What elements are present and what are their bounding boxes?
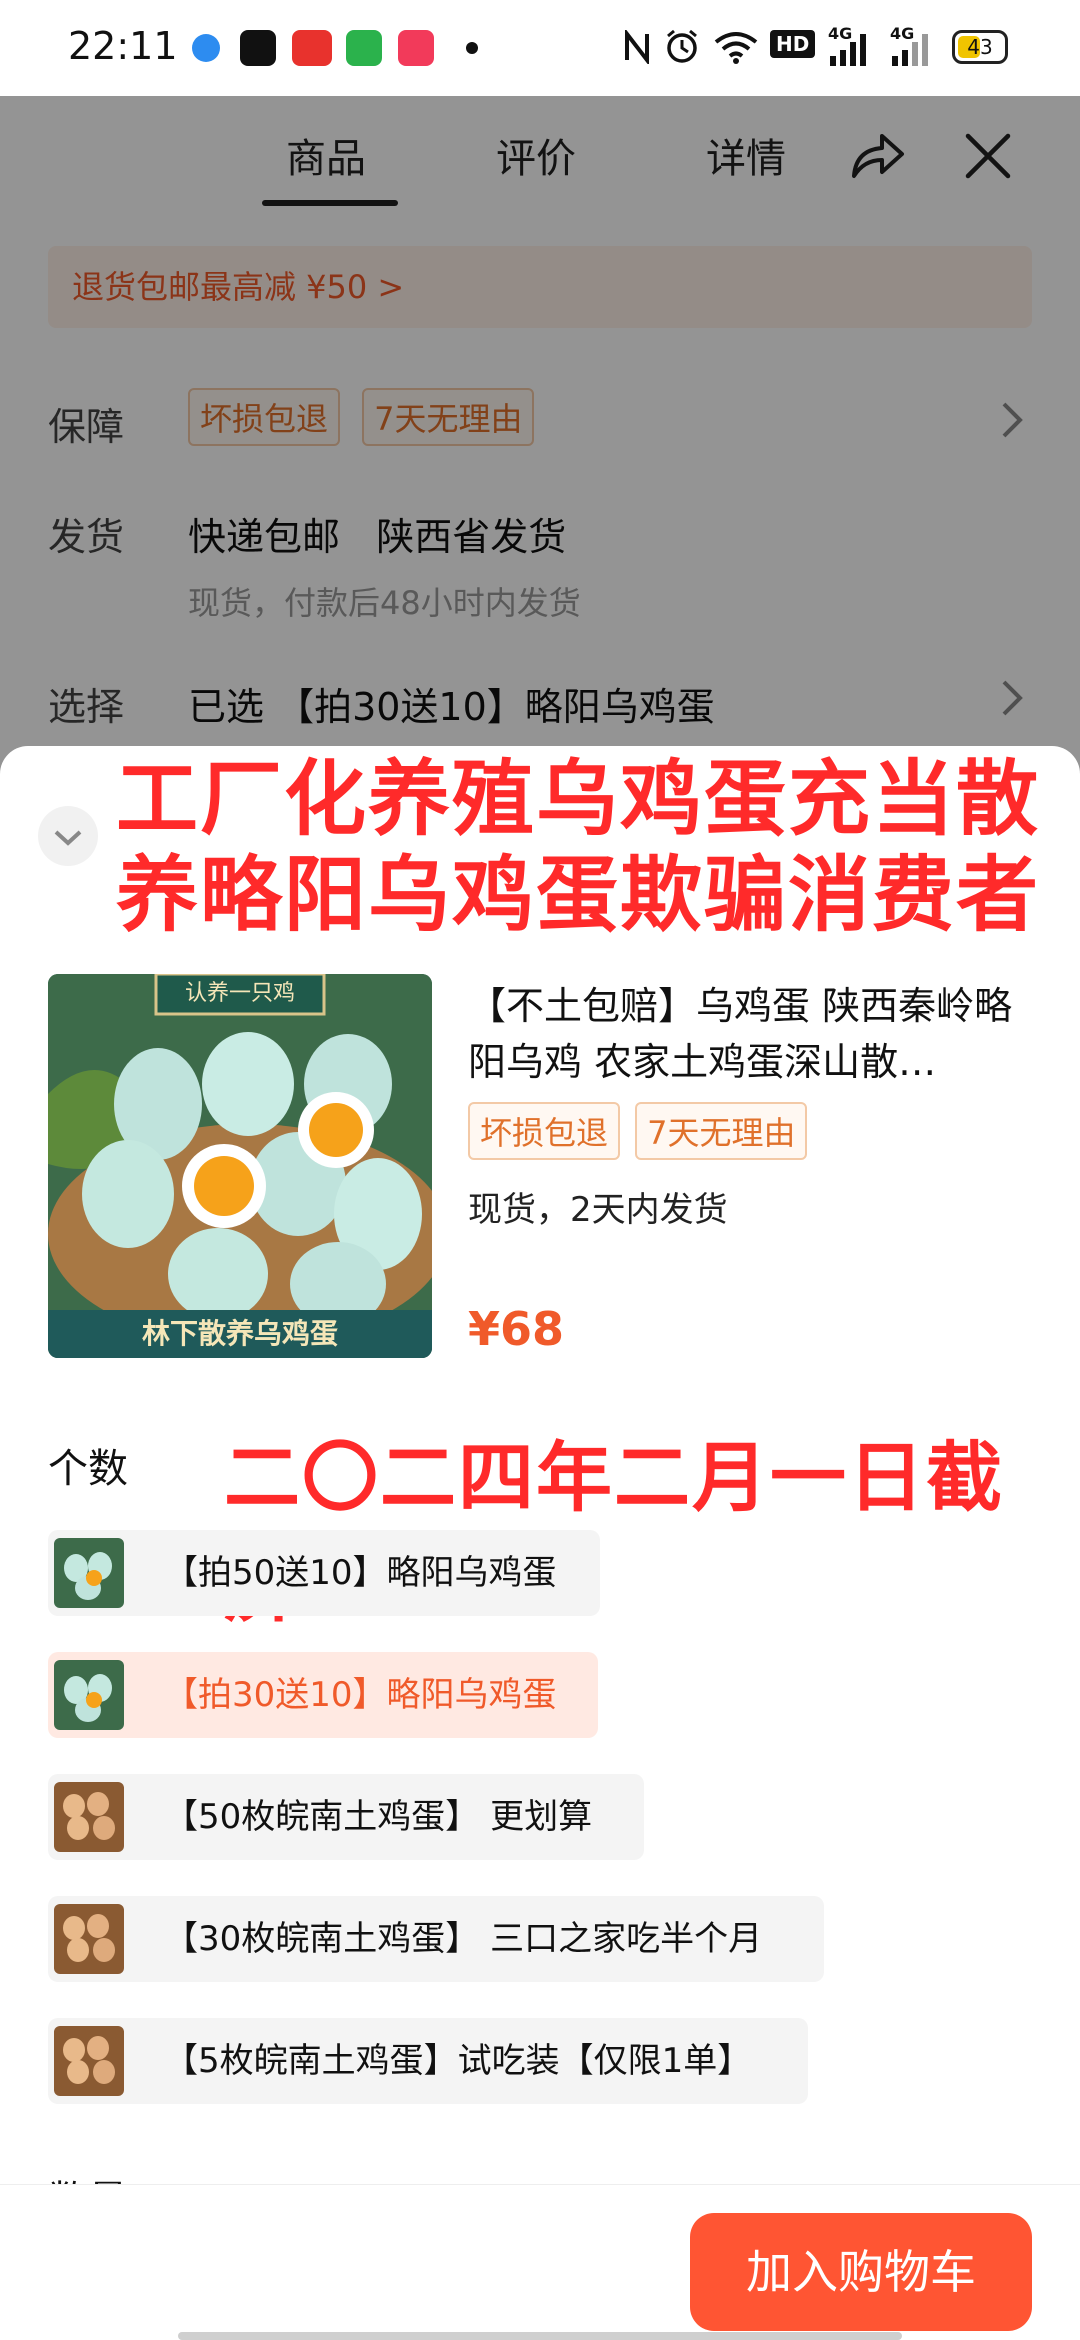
app-notification-icon [192, 34, 220, 62]
sku-thumbnail [54, 1782, 124, 1852]
overlay-caption-line2: 养略阳乌鸡蛋欺骗消费者 [115, 848, 1040, 943]
sku-option-label: 【拍30送10】略阳乌鸡蛋 [164, 1675, 557, 1715]
sheet-footer: 加入购物车 [0, 2184, 1080, 2340]
sku-thumbnail [54, 1538, 124, 1608]
overlay-caption-line1: 工厂化养殖乌鸡蛋充当散 [115, 752, 1040, 847]
image-bottom-caption: 林下散养乌鸡蛋 [141, 1317, 338, 1350]
sku-option-label: 【30枚皖南土鸡蛋】 三口之家吃半个月 [164, 1919, 763, 1959]
sku-option-selected[interactable]: 【拍30送10】略阳乌鸡蛋 [48, 1652, 598, 1738]
add-to-cart-button[interactable]: 加入购物车 [690, 2213, 1032, 2331]
tiktok-icon [240, 30, 276, 66]
shopping-app-icon [346, 30, 382, 66]
wifi-icon [714, 32, 758, 64]
sku-thumbnail [54, 1660, 124, 1730]
battery-icon: 43 [952, 30, 1008, 64]
tag-7day-return: 7天无理由 [635, 1102, 808, 1160]
sku-option[interactable]: 【30枚皖南土鸡蛋】 三口之家吃半个月 [48, 1896, 824, 1982]
eggs-image [48, 974, 432, 1358]
alarm-icon [667, 29, 697, 63]
more-notifications-icon [466, 42, 478, 54]
sku-option-label: 【拍50送10】略阳乌鸡蛋 [164, 1553, 557, 1593]
sku-option[interactable]: 【50枚皖南土鸡蛋】 更划算 [48, 1774, 644, 1860]
nfc-icon [625, 30, 649, 64]
count-label: 个数 [48, 1446, 128, 1492]
battery-level: 43 [967, 35, 993, 59]
collapse-button[interactable] [38, 806, 98, 866]
tag-damage-refund: 坏损包退 [468, 1102, 621, 1160]
video-app-icon [398, 30, 434, 66]
product-tags: 坏损包退 7天无理由 [468, 1102, 817, 1160]
sku-option[interactable]: 【拍50送10】略阳乌鸡蛋 [48, 1530, 600, 1616]
status-bar: 22:11 HD 4G 4G 43 [0, 0, 1080, 96]
sku-thumbnail [54, 1904, 124, 1974]
product-title: 【不土包赔】乌鸡蛋 陕西秦岭略阳乌鸡 农家土鸡蛋深山散… [468, 984, 1013, 1084]
sku-option-label: 【50枚皖南土鸡蛋】 更划算 [164, 1797, 593, 1837]
status-time: 22:11 [68, 24, 178, 68]
toutiao-icon [292, 30, 332, 66]
sku-option[interactable]: 【5枚皖南土鸡蛋】试吃装【仅限1单】 [48, 2018, 808, 2104]
hd-icon: HD [770, 30, 816, 58]
sku-selector-sheet: 工厂化养殖乌鸡蛋充当散 养略阳乌鸡蛋欺骗消费者 认养一只鸡 林下散养乌鸡蛋 【不… [0, 746, 1080, 2340]
chevron-down-icon [54, 830, 82, 846]
product-shipping: 现货，2天内发货 [468, 1190, 728, 1230]
sku-thumbnail [54, 2026, 124, 2096]
product-image[interactable]: 认养一只鸡 林下散养乌鸡蛋 [48, 974, 432, 1358]
overlay-caption: 工厂化养殖乌鸡蛋充当散 养略阳乌鸡蛋欺骗消费者 [100, 752, 1040, 944]
image-top-caption: 认养一只鸡 [184, 981, 295, 1006]
product-price: ¥68 [468, 1302, 565, 1356]
home-indicator[interactable] [178, 2332, 902, 2340]
sku-option-label: 【5枚皖南土鸡蛋】试吃装【仅限1单】 [164, 2041, 752, 2081]
